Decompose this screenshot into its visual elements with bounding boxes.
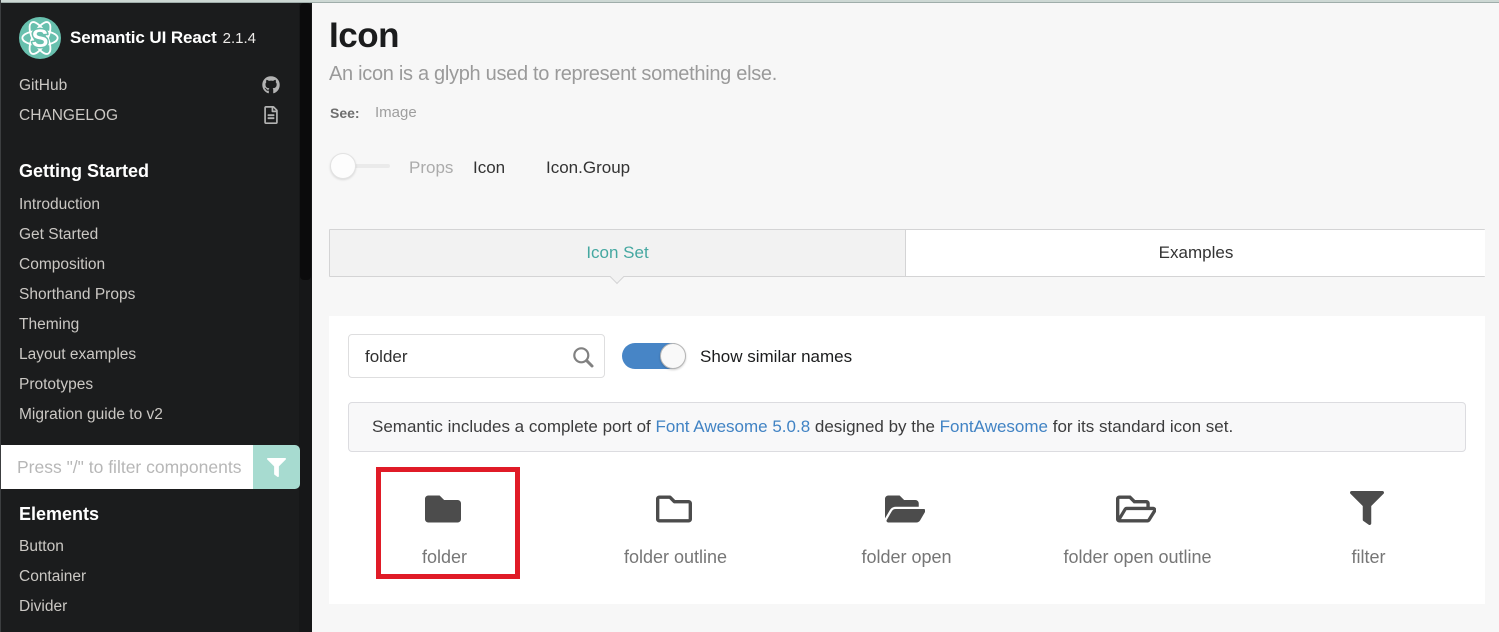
svg-text:S: S (32, 25, 49, 53)
